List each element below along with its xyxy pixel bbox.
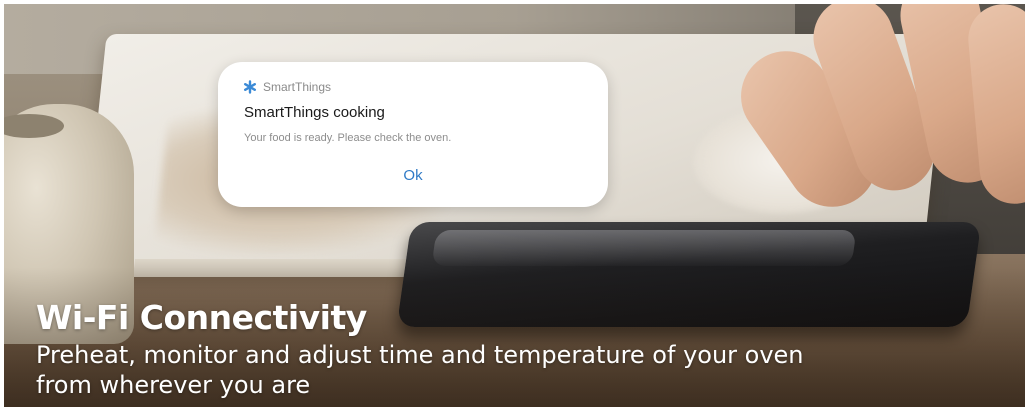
notification-app-header: SmartThings: [243, 80, 331, 94]
notification-app-name: SmartThings: [263, 80, 332, 94]
cookbook-plate: [687, 104, 890, 214]
caption-title: Wi-Fi Connectivity: [36, 298, 367, 337]
smartphone-glare: [431, 230, 857, 266]
notification-card: SmartThings SmartThings cooking Your foo…: [218, 62, 608, 207]
caption-subtitle: Preheat, monitor and adjust time and tem…: [36, 341, 804, 399]
asterisk-icon: [243, 80, 257, 94]
ok-button[interactable]: Ok: [388, 162, 438, 190]
video-frame: SmartThings SmartThings cooking Your foo…: [0, 0, 1029, 411]
notification-title: SmartThings cooking: [244, 104, 385, 121]
notification-body: Your food is ready. Please check the ove…: [244, 132, 452, 144]
